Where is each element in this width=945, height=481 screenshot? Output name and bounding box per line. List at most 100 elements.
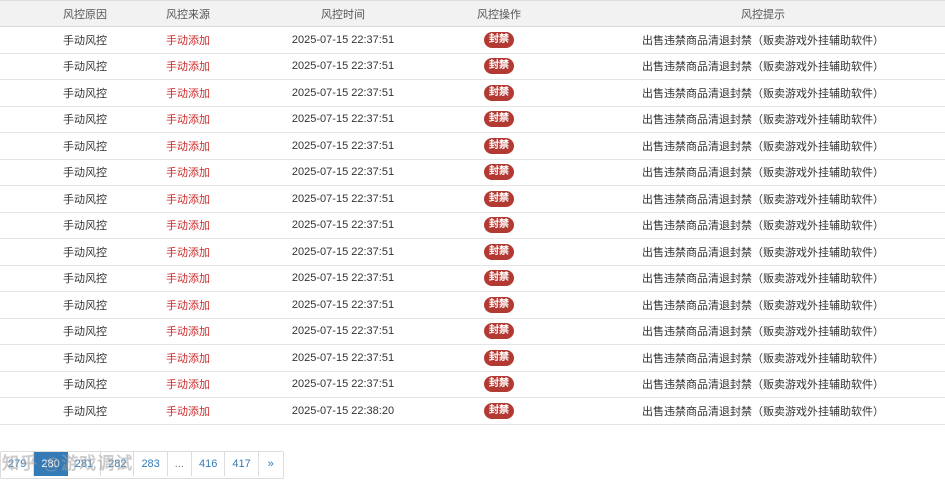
cell-reason: 手动风控 xyxy=(63,61,107,74)
cell-source: 手动添加 xyxy=(166,273,210,286)
cell-source: 手动添加 xyxy=(166,352,210,365)
table-header: 风控原因 风控来源 风控时间 风控操作 风控提示 xyxy=(0,0,945,27)
cell-tip: 出售违禁商品清退封禁（贩卖游戏外挂辅助软件） xyxy=(642,140,884,153)
table-row: 手动风控 手动添加 2025-07-15 22:37:51 封禁 出售违禁商品清退封禁（… xyxy=(0,54,945,80)
cell-source-wrap: 手动添加 xyxy=(118,350,258,366)
ban-badge[interactable]: 封禁 xyxy=(484,402,514,419)
cell-tip: 出售违禁商品清退封禁（贩卖游戏外挂辅助软件） xyxy=(642,405,884,418)
cell-tip-wrap: 出售违禁商品清退封禁（贩卖游戏外挂辅助软件） xyxy=(563,270,945,286)
cell-time-wrap: 2025-07-15 22:37:51 xyxy=(273,34,413,46)
ban-badge-wrap: 封禁 xyxy=(429,323,569,340)
next-page-button[interactable]: » xyxy=(259,452,283,476)
cell-tip-wrap: 出售违禁商品清退封禁（贩卖游戏外挂辅助软件） xyxy=(563,297,945,313)
page-button[interactable]: 281 xyxy=(68,452,102,476)
cell-tip: 出售违禁商品清退封禁（贩卖游戏外挂辅助软件） xyxy=(642,193,884,206)
cell-time: 2025-07-15 22:37:51 xyxy=(291,378,395,391)
pagination: 279 280 281 282 283... 416 417» xyxy=(0,451,284,479)
ban-badge-wrap: 封禁 xyxy=(429,137,569,154)
ban-badge[interactable]: 封禁 xyxy=(484,296,514,313)
cell-source-wrap: 手动添加 xyxy=(118,138,258,154)
ban-badge[interactable]: 封禁 xyxy=(484,111,514,128)
cell-tip: 出售违禁商品清退封禁（贩卖游戏外挂辅助软件） xyxy=(642,34,884,47)
cell-time: 2025-07-15 22:37:51 xyxy=(291,113,395,126)
cell-source: 手动添加 xyxy=(166,246,210,259)
table-row: 手动风控 手动添加 2025-07-15 22:37:51 封禁 出售违禁商品清退封禁（… xyxy=(0,160,945,186)
cell-tip-wrap: 出售违禁商品清退封禁（贩卖游戏外挂辅助软件） xyxy=(563,32,945,48)
ban-badge[interactable]: 封禁 xyxy=(484,58,514,75)
cell-reason: 手动风控 xyxy=(63,246,107,259)
cell-reason: 手动风控 xyxy=(63,273,107,286)
ban-badge[interactable]: 封禁 xyxy=(484,164,514,181)
cell-source-wrap: 手动添加 xyxy=(118,323,258,339)
col-header-time: 风控时间 xyxy=(321,8,365,21)
page-button[interactable]: 279 xyxy=(1,452,35,476)
cell-tip-wrap: 出售违禁商品清退封禁（贩卖游戏外挂辅助软件） xyxy=(563,58,945,74)
cell-time: 2025-07-15 22:37:51 xyxy=(291,166,395,179)
cell-time: 2025-07-15 22:37:51 xyxy=(291,325,395,338)
cell-source: 手动添加 xyxy=(166,61,210,74)
page-button[interactable]: 416 xyxy=(192,452,226,476)
page-button[interactable]: 283 xyxy=(134,452,168,476)
ban-badge[interactable]: 封禁 xyxy=(484,31,514,48)
cell-time-wrap: 2025-07-15 22:37:51 xyxy=(273,60,413,72)
ban-badge[interactable]: 封禁 xyxy=(484,217,514,234)
ban-badge-wrap: 封禁 xyxy=(429,31,569,48)
cell-tip: 出售违禁商品清退封禁（贩卖游戏外挂辅助软件） xyxy=(642,352,884,365)
cell-tip: 出售违禁商品清退封禁（贩卖游戏外挂辅助软件） xyxy=(642,326,884,339)
cell-time: 2025-07-15 22:37:51 xyxy=(291,245,395,258)
col-header-source: 风控来源 xyxy=(166,8,210,21)
cell-reason: 手动风控 xyxy=(63,379,107,392)
cell-source: 手动添加 xyxy=(166,114,210,127)
ban-badge-wrap: 封禁 xyxy=(429,217,569,234)
cell-time-wrap: 2025-07-15 22:37:51 xyxy=(273,219,413,231)
ban-badge[interactable]: 封禁 xyxy=(484,84,514,101)
cell-time: 2025-07-15 22:38:20 xyxy=(291,404,395,417)
ban-badge[interactable]: 封禁 xyxy=(484,349,514,366)
ban-badge[interactable]: 封禁 xyxy=(484,376,514,393)
table-row: 手动风控 手动添加 2025-07-15 22:37:51 封禁 出售违禁商品清退封禁（… xyxy=(0,345,945,372)
cell-reason: 手动风控 xyxy=(63,405,107,418)
table-row: 手动风控 手动添加 2025-07-15 22:37:51 封禁 出售违禁商品清退封禁（… xyxy=(0,27,945,54)
cell-tip: 出售违禁商品清退封禁（贩卖游戏外挂辅助软件） xyxy=(642,87,884,100)
cell-tip: 出售违禁商品清退封禁（贩卖游戏外挂辅助软件） xyxy=(642,246,884,259)
ban-badge[interactable]: 封禁 xyxy=(484,190,514,207)
cell-source: 手动添加 xyxy=(166,193,210,206)
cell-source-wrap: 手动添加 xyxy=(118,58,258,74)
cell-reason: 手动风控 xyxy=(63,220,107,233)
cell-source-wrap: 手动添加 xyxy=(118,270,258,286)
page-button[interactable]: 280 xyxy=(34,452,68,476)
ban-badge-wrap: 封禁 xyxy=(429,58,569,75)
cell-time-wrap: 2025-07-15 22:37:51 xyxy=(273,87,413,99)
page-ellipsis: ... xyxy=(168,452,192,476)
table-row: 手动风控 手动添加 2025-07-15 22:37:51 封禁 出售违禁商品清退封禁（… xyxy=(0,292,945,319)
cell-source-wrap: 手动添加 xyxy=(118,164,258,180)
table-row: 手动风控 手动添加 2025-07-15 22:37:51 封禁 出售违禁商品清退封禁（… xyxy=(0,319,945,345)
cell-time: 2025-07-15 22:37:51 xyxy=(291,192,395,205)
ban-badge-wrap: 封禁 xyxy=(429,243,569,260)
table-row: 手动风控 手动添加 2025-07-15 22:37:51 封禁 出售违禁商品清退封禁（… xyxy=(0,80,945,107)
ban-badge-wrap: 封禁 xyxy=(429,296,569,313)
cell-tip-wrap: 出售违禁商品清退封禁（贩卖游戏外挂辅助软件） xyxy=(563,376,945,392)
ban-badge-wrap: 封禁 xyxy=(429,190,569,207)
cell-time: 2025-07-15 22:37:51 xyxy=(291,139,395,152)
ban-badge-wrap: 封禁 xyxy=(429,84,569,101)
cell-time: 2025-07-15 22:37:51 xyxy=(291,86,395,99)
ban-badge[interactable]: 封禁 xyxy=(484,243,514,260)
col-header-action: 风控操作 xyxy=(477,8,521,21)
cell-source-wrap: 手动添加 xyxy=(118,85,258,101)
cell-time-wrap: 2025-07-15 22:37:51 xyxy=(273,193,413,205)
ban-badge[interactable]: 封禁 xyxy=(484,323,514,340)
page-button[interactable]: 282 xyxy=(101,452,135,476)
cell-reason: 手动风控 xyxy=(63,193,107,206)
cell-source-wrap: 手动添加 xyxy=(118,297,258,313)
cell-time: 2025-07-15 22:37:51 xyxy=(291,351,395,364)
page-button[interactable]: 417 xyxy=(225,452,259,476)
ban-badge[interactable]: 封禁 xyxy=(484,270,514,287)
cell-time-wrap: 2025-07-15 22:37:51 xyxy=(273,272,413,284)
cell-tip: 出售违禁商品清退封禁（贩卖游戏外挂辅助软件） xyxy=(642,114,884,127)
ban-badge-wrap: 封禁 xyxy=(429,164,569,181)
ban-badge[interactable]: 封禁 xyxy=(484,137,514,154)
table-row: 手动风控 手动添加 2025-07-15 22:37:51 封禁 出售违禁商品清退封禁（… xyxy=(0,213,945,239)
cell-time-wrap: 2025-07-15 22:37:51 xyxy=(273,325,413,337)
cell-tip-wrap: 出售违禁商品清退封禁（贩卖游戏外挂辅助软件） xyxy=(563,217,945,233)
